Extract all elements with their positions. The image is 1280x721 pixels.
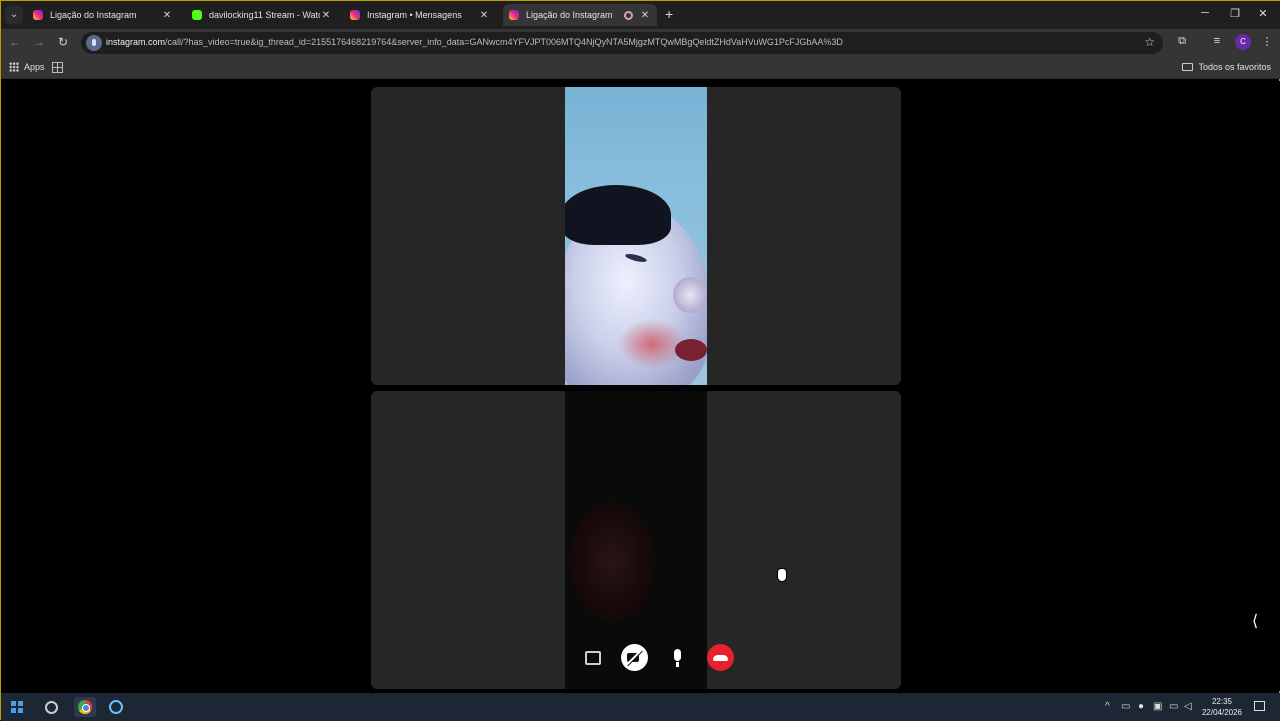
remote-video-panel <box>371 87 901 385</box>
folder-icon <box>1182 63 1194 71</box>
restore-button[interactable]: ❐ <box>1225 7 1245 20</box>
bookmark-star-icon[interactable]: ☆ <box>1144 35 1155 49</box>
steam-icon <box>109 700 123 714</box>
tray-device-icon[interactable]: ▭ <box>1121 701 1130 712</box>
tray-microphone-icon[interactable]: ● <box>1138 701 1144 712</box>
tab-title: Ligação do Instagram <box>50 10 137 20</box>
browser-toolbar: ← → ↻ instagram.com/call/?has_video=true… <box>1 29 1280 57</box>
tab-title: Instagram • Mensagens <box>367 10 462 20</box>
minimize-button[interactable]: ─ <box>1195 7 1215 19</box>
remote-hair <box>565 185 671 245</box>
tab-instagram-mensagens[interactable]: Instagram • Mensagens ✕ <box>344 4 496 26</box>
tray-overflow-icon[interactable]: ^ <box>1105 701 1110 712</box>
notifications-icon[interactable] <box>1254 701 1265 711</box>
instagram-icon <box>33 10 43 20</box>
close-icon[interactable]: ✕ <box>161 10 173 21</box>
tab-title: davilocking11 Stream - Watch L <box>209 10 320 20</box>
call-controls <box>371 644 901 671</box>
extensions-icon[interactable]: ⧉ <box>1174 35 1190 48</box>
tab-title: Ligação do Instagram <box>526 10 613 20</box>
tray-network-icon[interactable]: ▭ <box>1169 701 1178 712</box>
taskbar-app-clock[interactable] <box>40 697 62 717</box>
start-button[interactable] <box>6 697 28 717</box>
local-video-panel <box>371 391 901 689</box>
collapse-chevron-icon[interactable]: ⟨ <box>1252 611 1258 631</box>
switch-camera-button[interactable] <box>578 644 605 671</box>
url-path: /call/?has_video=true&ig_thread_id=21551… <box>165 37 843 47</box>
tab-strip: ⌄ Ligação do Instagram ✕ davilocking11 S… <box>1 1 1280 29</box>
url-text[interactable]: instagram.com/call/?has_video=true&ig_th… <box>106 37 843 47</box>
tab-search-button[interactable]: ⌄ <box>5 6 23 24</box>
reload-button[interactable]: ↻ <box>55 35 71 49</box>
address-bar[interactable]: instagram.com/call/?has_video=true&ig_th… <box>81 32 1163 54</box>
close-window-button[interactable]: ✕ <box>1253 7 1273 20</box>
end-call-button[interactable] <box>707 644 734 671</box>
browser-window: ⌄ Ligação do Instagram ✕ davilocking11 S… <box>0 0 1280 721</box>
back-button[interactable]: ← <box>7 35 23 49</box>
local-face <box>569 501 655 621</box>
microphone-button[interactable] <box>664 644 691 671</box>
url-host: instagram.com <box>106 37 166 47</box>
tab-groups-icon[interactable] <box>52 62 63 73</box>
tab-kick-stream[interactable]: davilocking11 Stream - Watch L ✕ <box>186 4 338 26</box>
apps-bookmark[interactable]: Apps <box>9 62 45 72</box>
media-control-icon[interactable]: ≡ <box>1209 35 1225 47</box>
menu-kebab-icon[interactable]: ⋮ <box>1259 35 1275 48</box>
forward-button[interactable]: → <box>31 35 47 49</box>
all-bookmarks-button[interactable]: Todos os favoritos <box>1182 62 1271 72</box>
mouse-cursor <box>777 568 787 582</box>
tab-ligacao-instagram-active[interactable]: Ligação do Instagram ✕ <box>503 4 657 26</box>
remote-mouth <box>675 339 707 361</box>
instagram-icon <box>509 10 519 20</box>
clock-time: 22:35 <box>1211 697 1233 706</box>
windows-icon <box>11 701 23 713</box>
recording-icon <box>624 10 633 20</box>
kick-icon <box>192 10 202 20</box>
site-info-icon[interactable] <box>86 35 102 51</box>
taskbar-app-chrome[interactable] <box>74 697 96 717</box>
clock-app-icon <box>44 700 58 714</box>
bookmarks-bar: Apps Todos os favoritos <box>1 57 1280 79</box>
tray-security-icon[interactable]: ▣ <box>1153 701 1162 712</box>
close-icon[interactable]: ✕ <box>320 10 332 21</box>
tab-ligacao-instagram-1[interactable]: Ligação do Instagram ✕ <box>27 4 179 26</box>
chrome-icon <box>78 700 92 714</box>
clock-date: 22/04/2026 <box>1201 708 1243 717</box>
call-page: ⟨ <box>2 81 1280 691</box>
new-tab-button[interactable]: + <box>665 7 673 21</box>
camera-off-button[interactable] <box>621 644 648 671</box>
instagram-icon <box>350 10 360 20</box>
taskbar-clock[interactable]: 22:35 22/04/2026 <box>1198 696 1246 718</box>
all-bookmarks-label: Todos os favoritos <box>1198 62 1271 72</box>
close-icon[interactable]: ✕ <box>478 10 490 21</box>
tray-volume-icon[interactable]: ◁ <box>1184 701 1192 712</box>
windows-taskbar: ^ ▭ ● ▣ ▭ ◁ 22:35 22/04/2026 <box>1 693 1280 721</box>
taskbar-app-steam[interactable] <box>105 697 127 717</box>
apps-grid-icon <box>9 62 19 72</box>
remote-video <box>565 87 707 385</box>
apps-label: Apps <box>24 62 45 72</box>
profile-avatar[interactable]: C <box>1235 34 1251 50</box>
close-icon[interactable]: ✕ <box>639 10 651 21</box>
remote-nose <box>673 277 707 313</box>
